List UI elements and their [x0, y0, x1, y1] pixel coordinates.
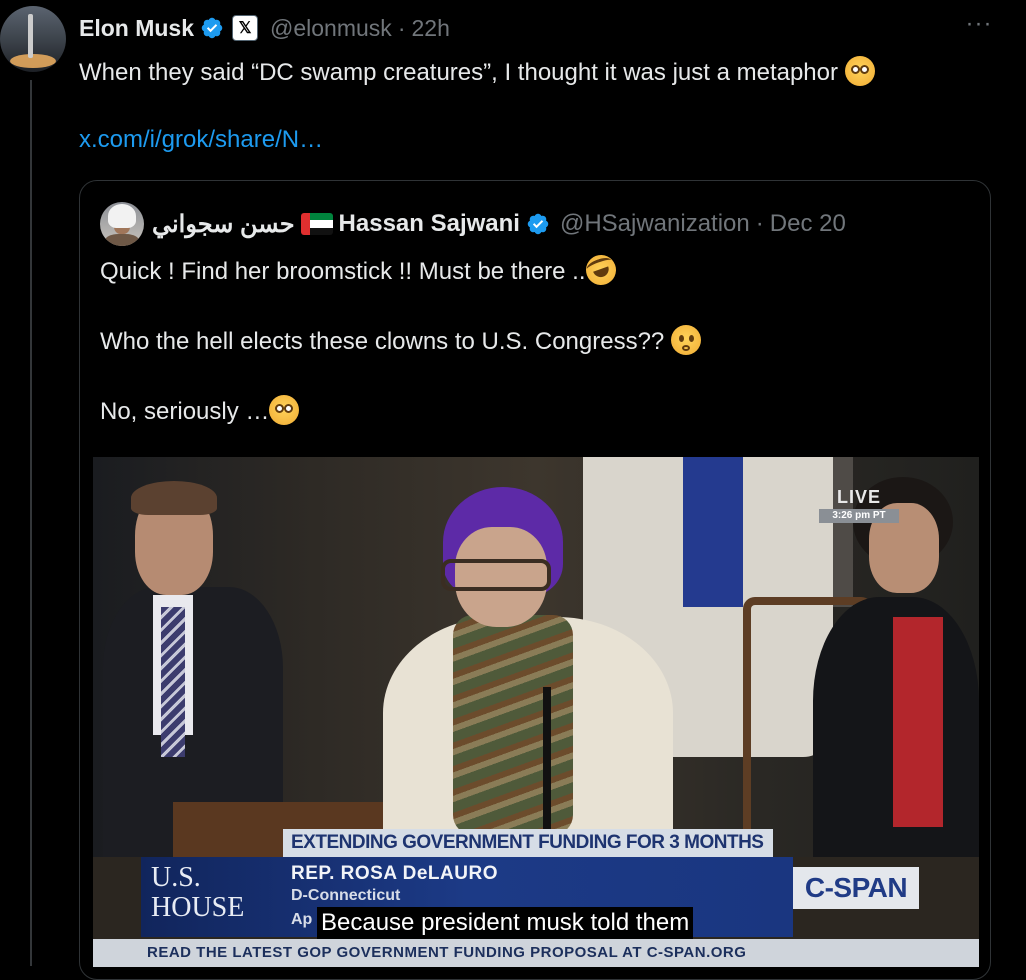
- avatar-rocket: [28, 14, 33, 58]
- post-header: Elon Musk 𝕏 @elonmusk · 22h: [79, 14, 450, 42]
- quoted-text-line-1: Quick ! Find her broomstick !! Must be t…: [100, 250, 620, 290]
- quoted-text-line-2-body: Who the hell elects these clowns to U.S.…: [100, 328, 665, 355]
- author-avatar[interactable]: [0, 6, 66, 72]
- rep-subtitle: Ap: [291, 911, 313, 928]
- verified-badge-icon[interactable]: [200, 16, 224, 40]
- author-name[interactable]: Elon Musk: [79, 15, 194, 42]
- flushed-face-emoji: [269, 395, 300, 425]
- uae-flag-icon: [300, 213, 333, 235]
- avatar-headdress: [108, 204, 136, 228]
- rep-party: D-Connecticut: [291, 887, 401, 904]
- rep-name: REP. ROSA DeLAURO: [291, 863, 498, 884]
- quoted-text-line-2: Who the hell elects these clowns to U.S.…: [100, 325, 701, 358]
- video-caption: Because president musk told them: [317, 907, 694, 939]
- embedded-video[interactable]: LIVE 3:26 pm PT EXTENDING GOVERNMENT FUN…: [93, 457, 979, 967]
- author-handle[interactable]: @elonmusk: [270, 15, 392, 42]
- quoted-author-avatar[interactable]: [100, 202, 144, 246]
- cspan-logo: C-SPAN: [793, 867, 919, 909]
- quoted-text-line-1-body: Quick ! Find her broomstick !! Must be t…: [100, 258, 586, 285]
- quoted-author-handle: @HSajwanization: [559, 210, 750, 237]
- quoted-post-date: Dec 20: [769, 210, 846, 237]
- quoted-text-line-3-body: No, seriously …: [100, 398, 270, 425]
- post-time[interactable]: 22h: [411, 15, 449, 42]
- separator-dot: ·: [397, 14, 406, 41]
- quoted-post-card[interactable]: حسن سجواني Hassan Sajwani @HSajwanizatio…: [79, 180, 991, 980]
- post-text-body: When they said “DC swamp creatures”, I t…: [79, 59, 838, 86]
- video-speaker: [383, 487, 683, 857]
- avatar-body: [105, 234, 139, 246]
- thread-connector-line: [30, 80, 32, 966]
- house-logo-line-2: HOUSE: [151, 892, 245, 923]
- separator-dot: ·: [755, 210, 764, 237]
- verified-badge-icon: [527, 213, 549, 235]
- quoted-author-name: Hassan Sajwani: [338, 210, 520, 237]
- post-text: When they said “DC swamp creatures”, I t…: [79, 56, 875, 89]
- x-affiliation-icon[interactable]: 𝕏: [232, 15, 259, 41]
- worried-face-emoji: [670, 325, 701, 355]
- house-logo-line-1: U.S.: [151, 862, 201, 893]
- us-house-logo: U.S. HOUSE: [151, 863, 271, 923]
- chyron-title: EXTENDING GOVERNMENT FUNDING FOR 3 MONTH…: [283, 829, 773, 857]
- flushed-face-emoji: [844, 56, 875, 86]
- video-left-person: [103, 477, 293, 857]
- post-link[interactable]: x.com/i/grok/share/N…: [79, 126, 323, 154]
- more-options-icon[interactable]: ···: [962, 12, 996, 42]
- video-crawl-text: READ THE LATEST GOP GOVERNMENT FUNDING P…: [93, 939, 979, 967]
- quoted-text-line-3: No, seriously …: [100, 395, 300, 428]
- quoted-post-header: حسن سجواني Hassan Sajwani @HSajwanizatio…: [100, 202, 846, 246]
- live-time: 3:26 pm PT: [819, 509, 899, 523]
- avatar-launch-glow: [10, 54, 56, 68]
- rolling-laughing-emoji: [581, 250, 620, 290]
- video-right-person: [793, 477, 979, 857]
- live-label: LIVE: [836, 487, 881, 507]
- quoted-author-arabic-name: حسن سجواني: [152, 210, 295, 238]
